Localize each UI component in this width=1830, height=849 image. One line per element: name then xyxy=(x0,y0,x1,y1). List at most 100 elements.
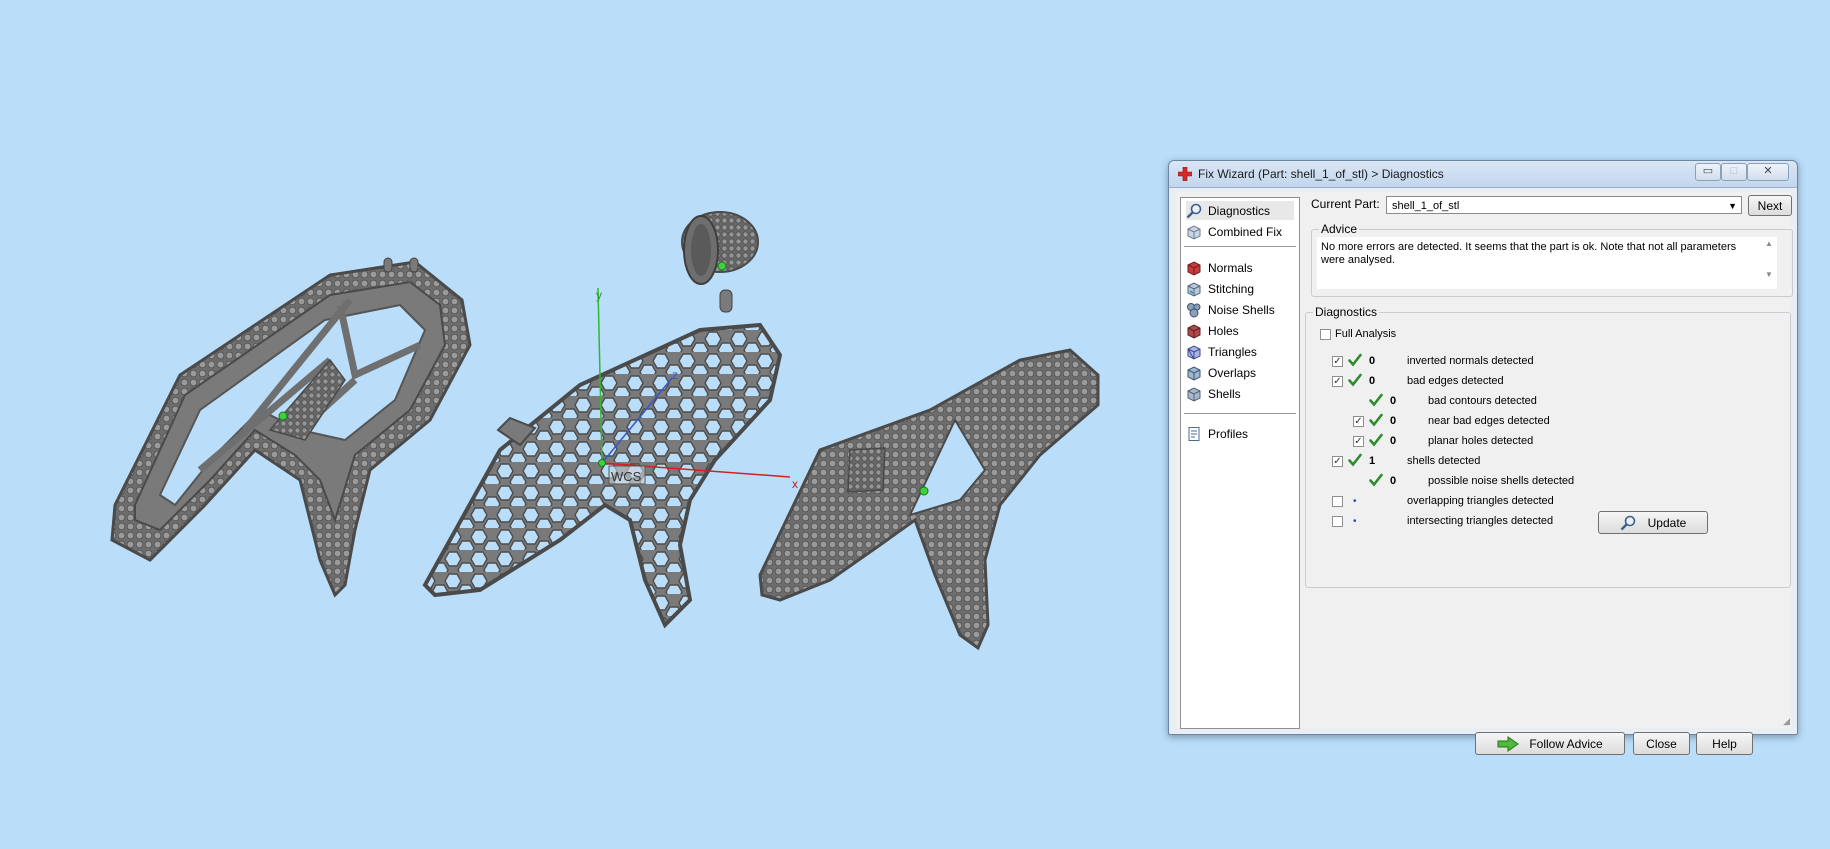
current-part-label: Current Part: xyxy=(1311,197,1380,211)
current-part-dropdown[interactable]: shell_1_of_stl ▼ xyxy=(1386,196,1742,214)
diagnostic-count: 1 xyxy=(1369,455,1376,467)
diagnostic-checkbox[interactable] xyxy=(1332,496,1343,507)
nav-item-combined-fix[interactable]: Combined Fix xyxy=(1186,222,1294,241)
diagnostic-row: ✓ 1 shells detected xyxy=(1306,453,1776,470)
cube-icon xyxy=(1187,224,1201,240)
diagnostic-label: shells detected xyxy=(1407,455,1481,467)
green-arrow-icon xyxy=(1497,735,1520,752)
help-button[interactable]: Help xyxy=(1696,732,1753,755)
diagnostic-count: 0 xyxy=(1390,475,1397,487)
full-analysis-checkbox[interactable]: Full Analysis xyxy=(1320,328,1396,340)
diagnostic-label: near bad edges detected xyxy=(1428,415,1550,427)
advice-textbox[interactable]: No more errors are detected. It seems th… xyxy=(1317,237,1777,289)
full-analysis-label: Full Analysis xyxy=(1335,328,1397,340)
nav-label: Noise Shells xyxy=(1208,302,1275,317)
nav-label: Normals xyxy=(1208,260,1253,275)
maximize-button[interactable]: □ xyxy=(1721,163,1747,181)
diagnostic-row: ✓ 0 planar holes detected xyxy=(1306,433,1776,450)
update-label: Update xyxy=(1647,515,1687,530)
checkmark-icon xyxy=(1369,413,1383,430)
pendant-honeycomb-model[interactable] xyxy=(422,211,783,629)
nav-item-diagnostics[interactable]: Diagnostics xyxy=(1186,201,1294,220)
minimize-button[interactable]: ▭ xyxy=(1695,163,1721,181)
noise-shells-icon xyxy=(1187,302,1201,317)
diagnostic-checkbox[interactable]: ✓ xyxy=(1353,436,1364,447)
nav-item-holes[interactable]: Holes xyxy=(1186,321,1294,340)
diagnostic-label: inverted normals detected xyxy=(1407,355,1534,367)
diagnostic-checkbox[interactable]: ✓ xyxy=(1332,356,1343,367)
pendant-frame-model[interactable] xyxy=(110,257,472,598)
dialog-title: Fix Wizard (Part: shell_1_of_stl) > Diag… xyxy=(1198,167,1444,181)
checkmark-icon xyxy=(1348,353,1362,370)
wizard-nav-panel: Diagnostics Combined Fix Normals Stitchi… xyxy=(1180,197,1300,729)
diagnostic-checkbox[interactable] xyxy=(1332,516,1343,527)
nav-item-profiles[interactable]: Profiles xyxy=(1186,424,1294,443)
checkmark-icon xyxy=(1348,453,1362,470)
update-button[interactable]: Update xyxy=(1598,511,1708,534)
diagnostic-label: intersecting triangles detected xyxy=(1407,515,1554,527)
nav-divider xyxy=(1184,246,1296,247)
triangles-cube-icon xyxy=(1187,344,1201,360)
follow-advice-button[interactable]: Follow Advice xyxy=(1475,732,1625,755)
diagnostic-row: ✓ 0 bad edges detected xyxy=(1306,373,1776,390)
checkmark-icon xyxy=(1369,433,1383,450)
diagnostic-label: possible noise shells detected xyxy=(1428,475,1575,487)
normals-cube-icon xyxy=(1187,260,1201,276)
next-button[interactable]: Next xyxy=(1748,195,1792,216)
document-icon xyxy=(1188,426,1200,441)
diagnostic-row: 0 possible noise shells detected xyxy=(1306,473,1776,490)
diagnostic-count: 0 xyxy=(1369,375,1376,387)
overlaps-cube-icon xyxy=(1187,365,1201,381)
diagnostic-checkbox[interactable]: ✓ xyxy=(1353,416,1364,427)
fix-wizard-dialog[interactable]: Fix Wizard (Part: shell_1_of_stl) > Diag… xyxy=(1168,160,1798,755)
diagnostic-row: 0 bad contours detected xyxy=(1306,393,1776,410)
diagnostics-legend: Diagnostics xyxy=(1313,305,1380,319)
dialog-titlebar[interactable]: Fix Wizard (Part: shell_1_of_stl) > Diag… xyxy=(1169,161,1797,188)
nav-item-stitching[interactable]: Stitching xyxy=(1186,279,1294,298)
3d-viewport[interactable]: y z x WCS xyxy=(0,0,1160,849)
diagnostic-count: 0 xyxy=(1369,355,1376,367)
diagnostic-row: • overlapping triangles detected xyxy=(1306,493,1776,510)
follow-advice-label: Follow Advice xyxy=(1529,736,1603,751)
pendant-beaded-model[interactable] xyxy=(758,348,1100,651)
diagnostic-count: 0 xyxy=(1390,415,1397,427)
diagnostic-label: overlapping triangles detected xyxy=(1407,495,1554,507)
y-axis-label: y xyxy=(596,288,602,302)
x-axis-label: x xyxy=(792,477,798,491)
diagnostics-group: Diagnostics Full Analysis ✓ 0 inverted nor… xyxy=(1305,305,1791,588)
checkmark-icon xyxy=(1369,393,1383,410)
nav-item-noise-shells[interactable]: Noise Shells xyxy=(1186,300,1294,319)
shells-cube-icon xyxy=(1187,386,1201,402)
nav-label: Holes xyxy=(1208,323,1239,338)
nav-item-overlaps[interactable]: Overlaps xyxy=(1186,363,1294,382)
not-analysed-dot-icon: • xyxy=(1353,496,1357,507)
diagnostic-count: 0 xyxy=(1390,435,1397,447)
checkbox-box[interactable] xyxy=(1320,328,1331,340)
diagnostic-checkbox[interactable]: ✓ xyxy=(1332,376,1343,387)
viewport-scene: y z x WCS xyxy=(110,211,1100,651)
diagnostic-label: bad contours detected xyxy=(1428,395,1537,407)
checkmark-icon xyxy=(1348,373,1362,390)
advice-text: No more errors are detected. It seems th… xyxy=(1321,241,1737,266)
nav-label: Triangles xyxy=(1208,344,1257,359)
advice-scrollbar[interactable]: ▲ ▼ xyxy=(1761,237,1777,289)
nav-item-triangles[interactable]: Triangles xyxy=(1186,342,1294,361)
close-button[interactable]: Close xyxy=(1633,732,1690,755)
dialog-content: Diagnostics Combined Fix Normals Stitchi… xyxy=(1175,192,1793,755)
nav-label: Diagnostics xyxy=(1208,203,1271,218)
nav-label: Combined Fix xyxy=(1208,224,1283,239)
resize-grip-icon[interactable]: ◢ xyxy=(1783,716,1790,727)
not-analysed-dot-icon: • xyxy=(1353,516,1357,527)
diagnostic-row: ✓ 0 inverted normals detected xyxy=(1306,353,1776,370)
nav-label: Overlaps xyxy=(1208,365,1257,380)
magnifier-icon xyxy=(1620,515,1635,530)
close-window-button[interactable]: ✕ xyxy=(1747,163,1789,181)
nav-item-normals[interactable]: Normals xyxy=(1186,258,1294,277)
nav-label: Stitching xyxy=(1208,281,1255,296)
holes-cube-icon xyxy=(1187,323,1201,339)
nav-divider xyxy=(1184,413,1296,414)
magnifier-icon xyxy=(1186,203,1202,218)
diagnostic-checkbox[interactable]: ✓ xyxy=(1332,456,1343,467)
nav-label: Profiles xyxy=(1208,426,1249,441)
nav-item-shells[interactable]: Shells xyxy=(1186,384,1294,403)
